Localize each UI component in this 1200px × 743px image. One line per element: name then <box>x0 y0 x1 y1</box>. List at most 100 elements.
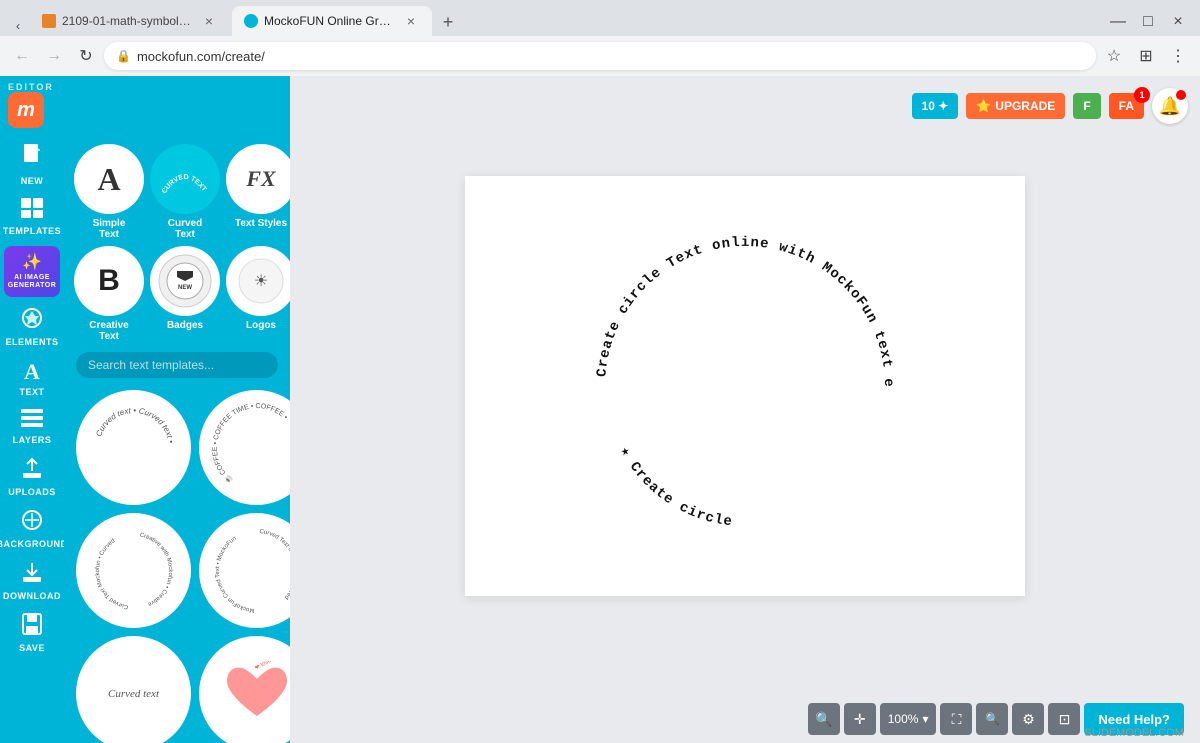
f-label: F <box>1083 99 1090 113</box>
curved-text-type[interactable]: CURVED TEXT CurvedText <box>150 144 220 240</box>
upgrade-star-icon: ⭐ <box>976 99 991 113</box>
tab2-title: MockoFUN Online Graphic De... <box>264 14 396 28</box>
sidebar-item-save[interactable]: SAVE <box>0 607 64 659</box>
elements-icon <box>21 307 43 335</box>
logos-type[interactable]: ☀ Logos <box>226 246 290 342</box>
tab-2[interactable]: MockoFUN Online Graphic De... × <box>232 6 432 36</box>
zoom-in-btn[interactable]: 🔍 <box>808 703 840 735</box>
svg-text:☀: ☀ <box>254 273 268 290</box>
move-icon: ✛ <box>854 711 866 728</box>
sidebar-item-elements[interactable]: ELEMENTS <box>0 301 64 353</box>
simple-text-label: SimpleText <box>93 218 126 240</box>
help-label: Need Help? <box>1098 712 1170 727</box>
f-button[interactable]: F <box>1073 93 1100 119</box>
zoom-value: 100% <box>888 712 919 726</box>
extension-btn[interactable]: ⊞ <box>1132 42 1160 70</box>
stars-button[interactable]: 10 ✦ <box>912 93 959 119</box>
template-grid: Curved text • Curved text • ☕ COFFEE • C… <box>68 382 286 636</box>
fullscreen-icon: ⛶ <box>952 711 962 728</box>
fa-button[interactable]: FA 1 <box>1109 93 1144 119</box>
move-btn[interactable]: ✛ <box>844 703 876 735</box>
menu-btn[interactable]: ⋮ <box>1164 42 1192 70</box>
canvas[interactable]: Create circle Text online with MockoFun … <box>465 176 1025 596</box>
download-label: DOWNLOAD <box>3 591 61 601</box>
download-icon <box>22 561 42 589</box>
sidebar-item-download[interactable]: DOWNLOAD <box>0 555 64 607</box>
sidebar: EDITOR m NEW <box>0 76 290 743</box>
tab-1[interactable]: 2109-01-math-symbols-power... × <box>30 6 230 36</box>
badges-type[interactable]: NEW Badges <box>150 246 220 342</box>
main-content: EDITOR m NEW <box>0 76 1200 743</box>
tab-collapse-btn[interactable]: ‹ <box>8 16 28 36</box>
ai-label: AI IMAGEGENERATOR <box>8 274 57 291</box>
upgrade-label: UPGRADE <box>995 99 1055 113</box>
sidebar-item-layers[interactable]: LAYERS <box>0 403 64 451</box>
zoom-out-btn[interactable]: 🔍 <box>976 703 1008 735</box>
tab-bar: ‹ 2109-01-math-symbols-power... × MockoF… <box>0 0 1200 36</box>
back-btn[interactable]: ← <box>8 42 36 70</box>
sidebar-item-templates[interactable]: TEMPLATES <box>0 192 64 242</box>
svg-text:Curved text • Curved text •: Curved text • Curved text • <box>94 405 176 443</box>
zoom-out-icon: 🔍 <box>985 712 1000 726</box>
text-styles-label: Text Styles <box>235 218 287 229</box>
mockofun-logo[interactable]: m <box>8 92 44 128</box>
ai-image-generator-btn[interactable]: ✨ AI IMAGEGENERATOR <box>4 246 60 297</box>
simple-text-type[interactable]: A SimpleText <box>74 144 144 240</box>
template-3[interactable]: Creative with Mockofun • Creative Curved… <box>76 513 191 628</box>
search-input[interactable] <box>76 352 278 378</box>
ai-sparkle-icon: ✨ <box>22 252 42 272</box>
template-2[interactable]: ☕ COFFEE • COFFEE TIME • COFFEE • <box>199 390 290 505</box>
upgrade-button[interactable]: ⭐ UPGRADE <box>966 93 1065 119</box>
settings-btn[interactable]: ⚙ <box>1012 703 1044 735</box>
creative-b-icon: B <box>98 264 120 298</box>
fx-icon: FX <box>246 166 275 192</box>
reload-btn[interactable]: ↻ <box>72 42 100 70</box>
svg-text:Curved Text MockoFun • Curved: Curved Text MockoFun • Curved <box>259 529 290 600</box>
svg-text:CURVED TEXT: CURVED TEXT <box>161 174 208 195</box>
text-styles-type[interactable]: FX Text Styles <box>226 144 290 240</box>
sidebar-item-uploads[interactable]: UPLOADS <box>0 451 64 503</box>
svg-text:☕ COFFEE • COFFEE TIME • COFFE: ☕ COFFEE • COFFEE TIME • COFFEE • <box>211 402 288 485</box>
fa-label: FA <box>1119 99 1134 113</box>
tab2-close[interactable]: × <box>402 12 420 30</box>
template-1[interactable]: Curved text • Curved text • <box>76 390 191 505</box>
tab1-close[interactable]: × <box>200 12 218 30</box>
notification-badge <box>1176 90 1186 100</box>
template-6[interactable]: ❤ love ❤ <box>199 636 290 743</box>
address-text: mockofun.com/create/ <box>137 49 265 64</box>
close-btn[interactable]: × <box>1164 8 1192 36</box>
svg-text:Create circle Text online with: Create circle Text online with MockoFun … <box>585 226 896 388</box>
sidebar-item-background[interactable]: BACKGROUND <box>0 503 64 555</box>
tab2-favicon <box>244 14 258 28</box>
template-5[interactable]: Curved text <box>76 636 191 743</box>
svg-text:MockoFun Curved Text • MockoFu: MockoFun Curved Text • MockoFun <box>214 535 254 612</box>
forward-btn[interactable]: → <box>40 42 68 70</box>
logos-circle: ☀ <box>226 246 290 316</box>
lock-icon: 🔒 <box>116 49 131 63</box>
uploads-label: UPLOADS <box>8 487 56 497</box>
new-icon <box>22 144 42 174</box>
new-label: NEW <box>21 176 44 186</box>
text-styles-circle: FX <box>226 144 290 214</box>
text-panel: A SimpleText CURVED TEXT <box>64 134 290 743</box>
maximize-btn[interactable]: □ <box>1134 8 1162 36</box>
creative-text-type[interactable]: B CreativeText <box>74 246 144 342</box>
sidebar-item-text[interactable]: A TEXT <box>0 353 64 403</box>
tab1-title: 2109-01-math-symbols-power... <box>62 14 194 28</box>
fullscreen-btn[interactable]: ⛶ <box>940 703 972 735</box>
grid-btn[interactable]: ⊡ <box>1048 703 1080 735</box>
svg-text:Creative with Mockofun • Creat: Creative with Mockofun • Creative <box>139 532 173 607</box>
minimize-btn[interactable]: — <box>1104 8 1132 36</box>
zoom-display[interactable]: 100% ▾ <box>880 703 937 735</box>
layers-label: LAYERS <box>13 435 52 445</box>
bottom-toolbar: 🔍 ✛ 100% ▾ ⛶ 🔍 ⚙ ⊡ <box>290 695 1200 743</box>
address-bar[interactable]: 🔒 mockofun.com/create/ <box>104 42 1096 70</box>
fa-badge: 1 <box>1134 87 1150 103</box>
sidebar-item-new[interactable]: NEW <box>0 138 64 192</box>
template-4[interactable]: Curved Text MockoFun • Curved MockoFun C… <box>199 513 290 628</box>
bookmark-btn[interactable]: ☆ <box>1100 42 1128 70</box>
notification-button[interactable]: 🔔 <box>1152 88 1188 124</box>
new-tab-button[interactable]: + <box>434 8 462 36</box>
creative-text-label: CreativeText <box>89 320 128 342</box>
svg-text:NEW: NEW <box>178 285 192 291</box>
